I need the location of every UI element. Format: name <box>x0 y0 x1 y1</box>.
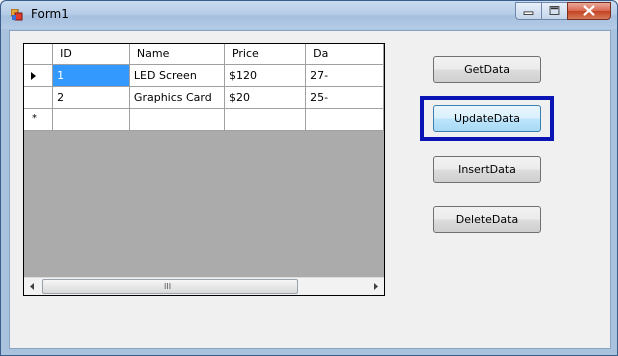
data-table: ID Name Price Da 1 LED Screen $120 27- 2… <box>24 44 384 131</box>
data-grid-view[interactable]: ID Name Price Da 1 LED Screen $120 27- 2… <box>23 43 385 296</box>
cell-id[interactable] <box>52 108 130 131</box>
header-row: ID Name Price Da <box>24 44 384 65</box>
grid-viewport: ID Name Price Da 1 LED Screen $120 27- 2… <box>24 44 384 277</box>
cell-price[interactable]: $120 <box>224 64 307 87</box>
cell-date[interactable]: 27- <box>305 64 384 87</box>
cell-id[interactable]: 1 <box>52 64 130 87</box>
minimize-icon <box>523 11 534 15</box>
cell-name[interactable]: Graphics Card <box>129 86 225 109</box>
form-icon <box>11 9 23 21</box>
column-header-date[interactable]: Da <box>305 44 384 65</box>
new-row: * <box>24 108 384 131</box>
main-window: Form1 ID Name Price Da 1 LED Screen $120… <box>0 0 618 356</box>
close-icon <box>583 5 595 16</box>
scroll-thumb[interactable]: III <box>42 279 298 294</box>
table-row: 1 LED Screen $120 27- <box>24 64 384 87</box>
row-header[interactable]: * <box>24 108 54 131</box>
table-row: 2 Graphics Card $20 25- <box>24 86 384 109</box>
top-left-header-cell[interactable] <box>24 44 54 65</box>
cell-price[interactable] <box>224 108 307 131</box>
row-header[interactable] <box>24 64 54 87</box>
minimize-button[interactable] <box>515 2 541 20</box>
window-title: Form1 <box>31 7 69 21</box>
update-data-button[interactable]: UpdateData <box>433 105 541 132</box>
column-header-id[interactable]: ID <box>52 44 130 65</box>
insert-data-button[interactable]: InsertData <box>433 156 541 183</box>
maximize-button[interactable] <box>541 2 567 20</box>
cell-date[interactable] <box>305 108 384 131</box>
cell-name[interactable]: LED Screen <box>129 64 225 87</box>
new-row-marker: * <box>32 112 37 124</box>
delete-data-button[interactable]: DeleteData <box>433 206 541 233</box>
cell-id[interactable]: 2 <box>52 86 130 109</box>
current-row-arrow-icon <box>31 71 36 80</box>
scroll-left-icon[interactable] <box>24 278 41 295</box>
cell-date[interactable]: 25- <box>305 86 384 109</box>
maximize-icon <box>549 6 560 15</box>
column-header-price[interactable]: Price <box>224 44 307 65</box>
title-bar[interactable]: Form1 <box>1 1 617 29</box>
cell-name[interactable] <box>129 108 225 131</box>
row-header[interactable] <box>24 86 54 109</box>
column-header-name[interactable]: Name <box>129 44 225 65</box>
cell-price[interactable]: $20 <box>224 86 307 109</box>
close-button[interactable] <box>567 2 611 20</box>
scroll-right-icon[interactable] <box>367 278 384 295</box>
form-client-area: ID Name Price Da 1 LED Screen $120 27- 2… <box>9 30 611 349</box>
caption-buttons <box>515 2 611 20</box>
horizontal-scrollbar[interactable]: III <box>24 277 384 295</box>
scroll-grip: III <box>164 282 172 291</box>
get-data-button[interactable]: GetData <box>433 56 541 83</box>
